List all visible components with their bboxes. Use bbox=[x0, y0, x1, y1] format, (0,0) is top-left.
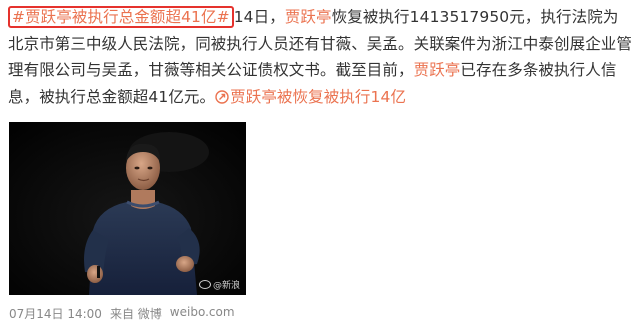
related-topic-link[interactable]: 贾跃亭被恢复被执行14亿 bbox=[215, 88, 406, 106]
weibo-post: #贾跃亭被执行总金额超41亿# 14日，贾跃亭恢复被执行1413517950元，执… bbox=[0, 0, 640, 329]
watermark-text: @新浪 bbox=[212, 281, 240, 291]
name-link-2[interactable]: 贾跃亭 bbox=[414, 61, 461, 79]
post-meta: 07月14日 14:00 来自 微博 weibo.com bbox=[9, 305, 235, 322]
hashtag-main-link[interactable]: #贾跃亭被执行总金额超41亿# bbox=[8, 6, 234, 28]
speaker-photo bbox=[9, 122, 246, 295]
link-icon bbox=[215, 89, 229, 104]
name-link-1[interactable]: 贾跃亭 bbox=[285, 8, 332, 26]
source-info: 来自 微博 bbox=[110, 305, 162, 322]
source-prefix: 来自 bbox=[109, 307, 134, 321]
weibo-eye-icon bbox=[198, 280, 211, 289]
post-photo[interactable]: @新浪 bbox=[9, 122, 246, 295]
site-link[interactable]: weibo.com bbox=[170, 305, 235, 322]
date-text: 14日， bbox=[233, 8, 285, 26]
image-watermark: @新浪 bbox=[198, 278, 240, 291]
post-body: #贾跃亭被执行总金额超41亿# 14日，贾跃亭恢复被执行1413517950元，执… bbox=[8, 4, 634, 110]
post-time[interactable]: 07月14日 14:00 bbox=[9, 305, 102, 322]
source-name[interactable]: 微博 bbox=[138, 307, 162, 321]
related-topic-label: 贾跃亭被恢复被执行14亿 bbox=[230, 87, 407, 106]
